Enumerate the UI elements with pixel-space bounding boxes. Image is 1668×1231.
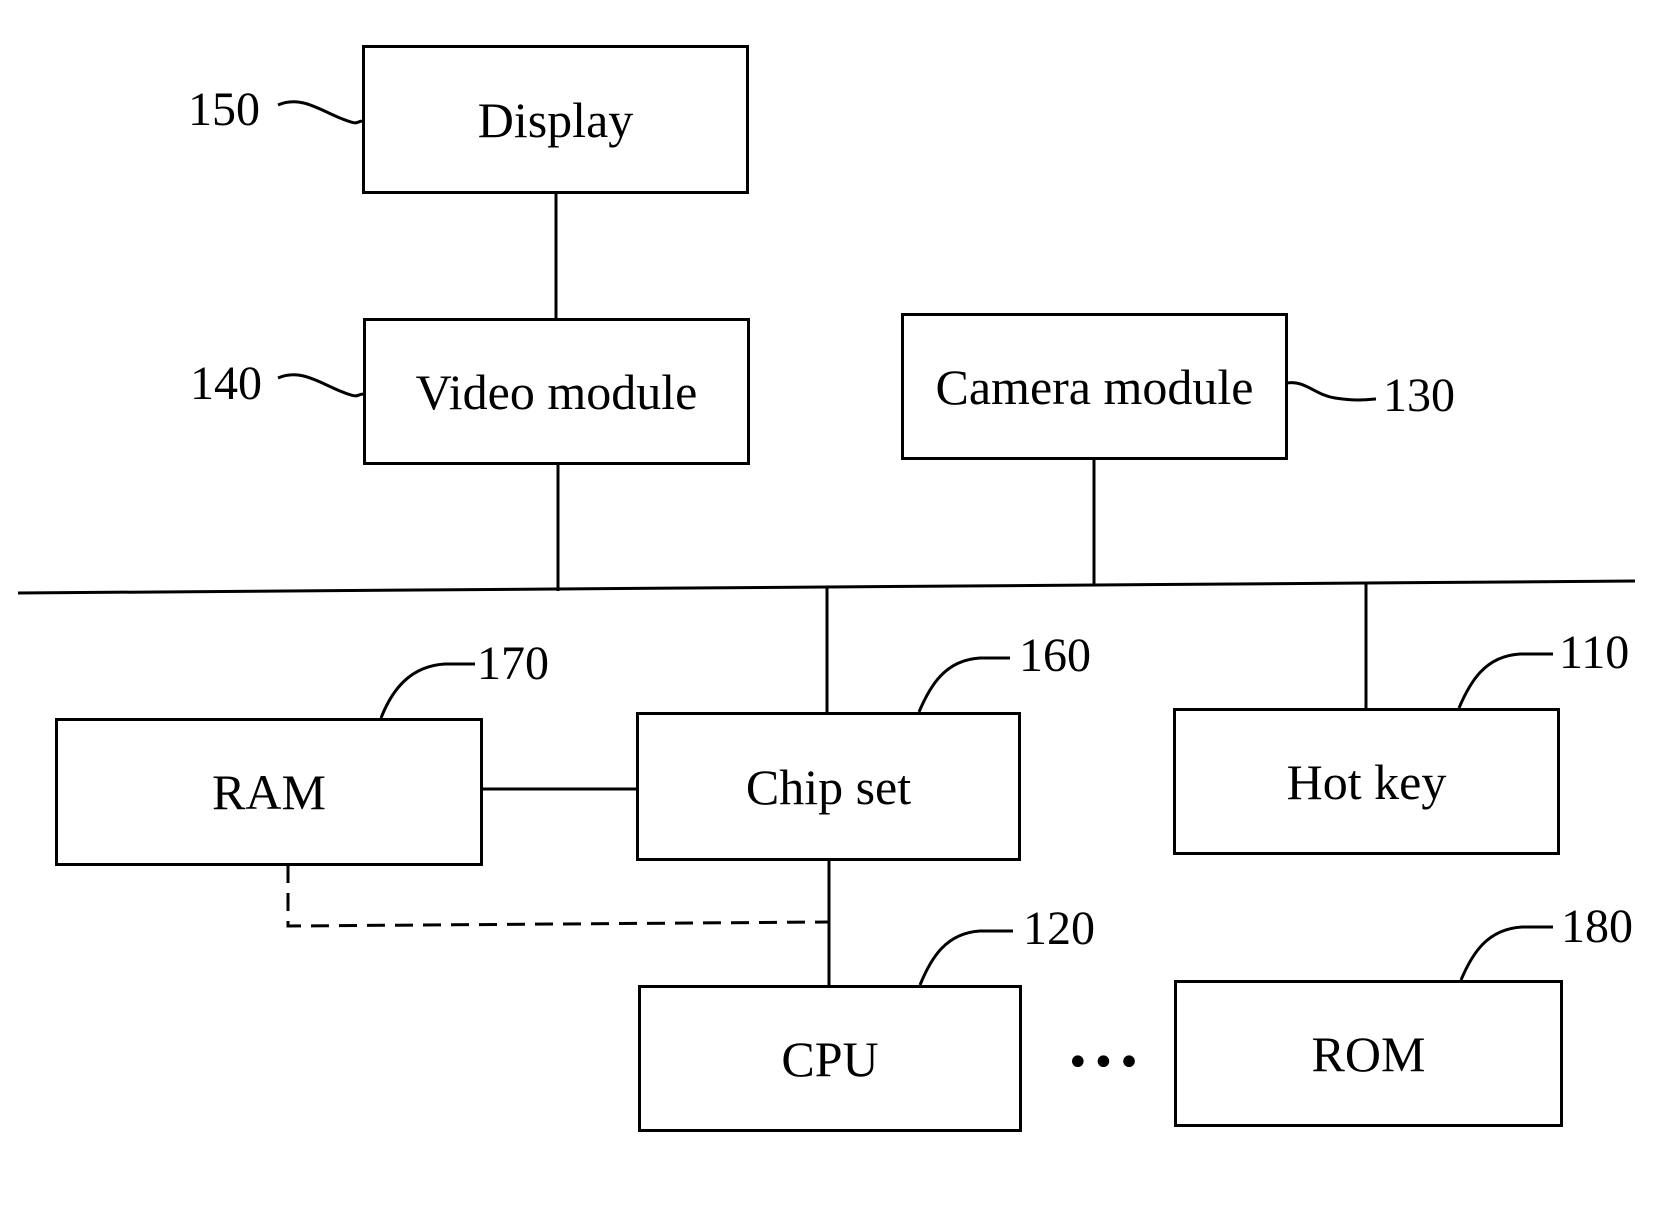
hotkey-label: Hot key (1286, 753, 1447, 810)
cpu-label: CPU (781, 1030, 879, 1087)
camera-module-label: Camera module (935, 358, 1254, 415)
display-label: Display (477, 91, 634, 148)
leader-110 (1457, 652, 1553, 709)
rom-label: ROM (1311, 1025, 1426, 1082)
dashed-ram-cpu-link (286, 865, 830, 928)
video-module-label: Video module (415, 363, 698, 420)
ref-150: 150 (188, 83, 260, 136)
ref-160: 160 (1019, 629, 1091, 682)
hotkey-block: Hot key (1173, 708, 1560, 855)
ref-120: 120 (1023, 902, 1095, 955)
leader-130 (1286, 381, 1377, 402)
chipset-block: Chip set (636, 712, 1021, 861)
ref-130: 130 (1383, 369, 1455, 422)
rom-block: ROM (1174, 980, 1563, 1127)
cpu-block: CPU (638, 985, 1022, 1132)
ram-label: RAM (212, 764, 326, 820)
ellipsis-dots: ••• (1066, 1040, 1143, 1086)
leader-160 (917, 656, 1010, 713)
ram-block: RAM (55, 718, 483, 866)
ref-180: 180 (1561, 900, 1633, 953)
ref-110: 110 (1559, 626, 1630, 679)
camera-module-block: Camera module (901, 313, 1288, 460)
chipset-label: Chip set (745, 758, 912, 815)
ref-170: 170 (477, 637, 549, 690)
leader-170 (379, 662, 475, 719)
ref-140: 140 (190, 357, 262, 410)
leader-140 (277, 373, 364, 398)
leader-180 (1459, 925, 1553, 981)
leader-120 (918, 929, 1013, 986)
display-block: Display (362, 45, 749, 194)
leader-150 (277, 100, 363, 125)
video-module-block: Video module (363, 318, 750, 465)
